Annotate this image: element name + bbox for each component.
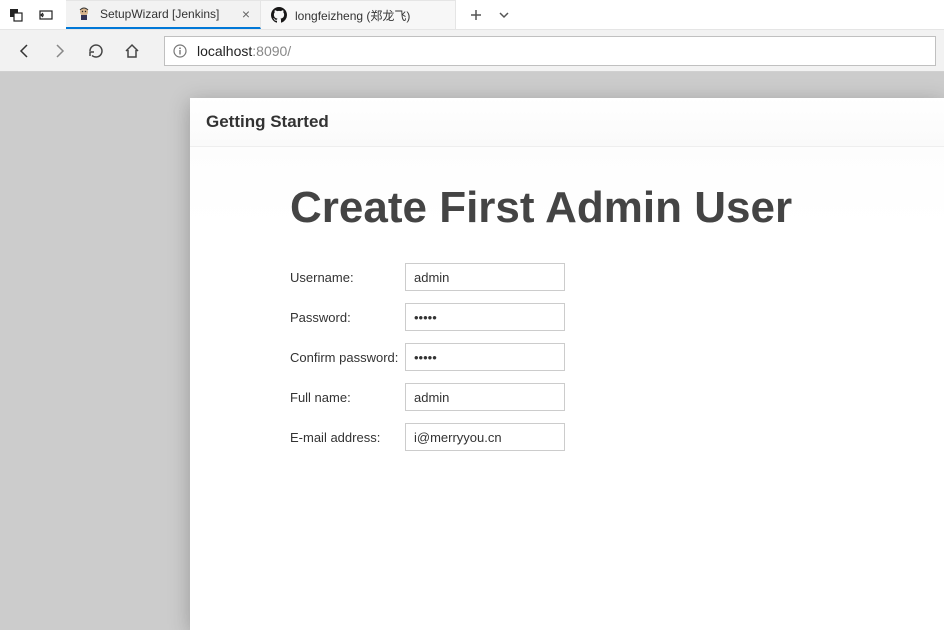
page-viewport: Getting Started Create First Admin User … bbox=[0, 72, 944, 630]
setup-wizard-panel: Getting Started Create First Admin User … bbox=[190, 98, 944, 630]
jenkins-favicon-icon bbox=[76, 6, 92, 22]
tab-title: longfeizheng (郑龙飞) bbox=[295, 7, 410, 24]
tab-overflow-button[interactable] bbox=[492, 3, 516, 27]
username-label: Username: bbox=[290, 270, 405, 285]
window-dock-icon[interactable] bbox=[34, 3, 58, 27]
wizard-header-title: Getting Started bbox=[206, 112, 928, 132]
username-input[interactable] bbox=[405, 263, 565, 291]
tab-jenkins-setup[interactable]: SetupWizard [Jenkins] × bbox=[66, 0, 261, 29]
window-expand-icon[interactable] bbox=[4, 3, 28, 27]
browser-navbar: localhost:8090/ bbox=[0, 30, 944, 72]
password-label: Password: bbox=[290, 310, 405, 325]
fullname-input[interactable] bbox=[405, 383, 565, 411]
password-input[interactable] bbox=[405, 303, 565, 331]
forward-button[interactable] bbox=[44, 35, 76, 67]
browser-titlebar: SetupWizard [Jenkins] × longfeizheng (郑龙… bbox=[0, 0, 944, 30]
tab-github-profile[interactable]: longfeizheng (郑龙飞) bbox=[261, 0, 456, 29]
fullname-label: Full name: bbox=[290, 390, 405, 405]
url-host: localhost bbox=[197, 43, 252, 59]
github-favicon-icon bbox=[271, 7, 287, 23]
email-label: E-mail address: bbox=[290, 430, 405, 445]
new-tab-button[interactable] bbox=[464, 3, 488, 27]
confirm-password-input[interactable] bbox=[405, 343, 565, 371]
url-path: :8090/ bbox=[252, 43, 291, 59]
tab-title: SetupWizard [Jenkins] bbox=[100, 7, 219, 21]
home-button[interactable] bbox=[116, 35, 148, 67]
url-bar[interactable]: localhost:8090/ bbox=[164, 36, 936, 66]
page-title: Create First Admin User bbox=[290, 183, 844, 233]
refresh-button[interactable] bbox=[80, 35, 112, 67]
back-button[interactable] bbox=[8, 35, 40, 67]
site-info-icon[interactable] bbox=[173, 44, 187, 58]
email-input[interactable] bbox=[405, 423, 565, 451]
wizard-header: Getting Started bbox=[190, 98, 944, 147]
wizard-body: Create First Admin User Username: Passwo… bbox=[190, 147, 944, 483]
close-icon[interactable]: × bbox=[242, 7, 250, 21]
confirm-password-label: Confirm password: bbox=[290, 350, 405, 365]
